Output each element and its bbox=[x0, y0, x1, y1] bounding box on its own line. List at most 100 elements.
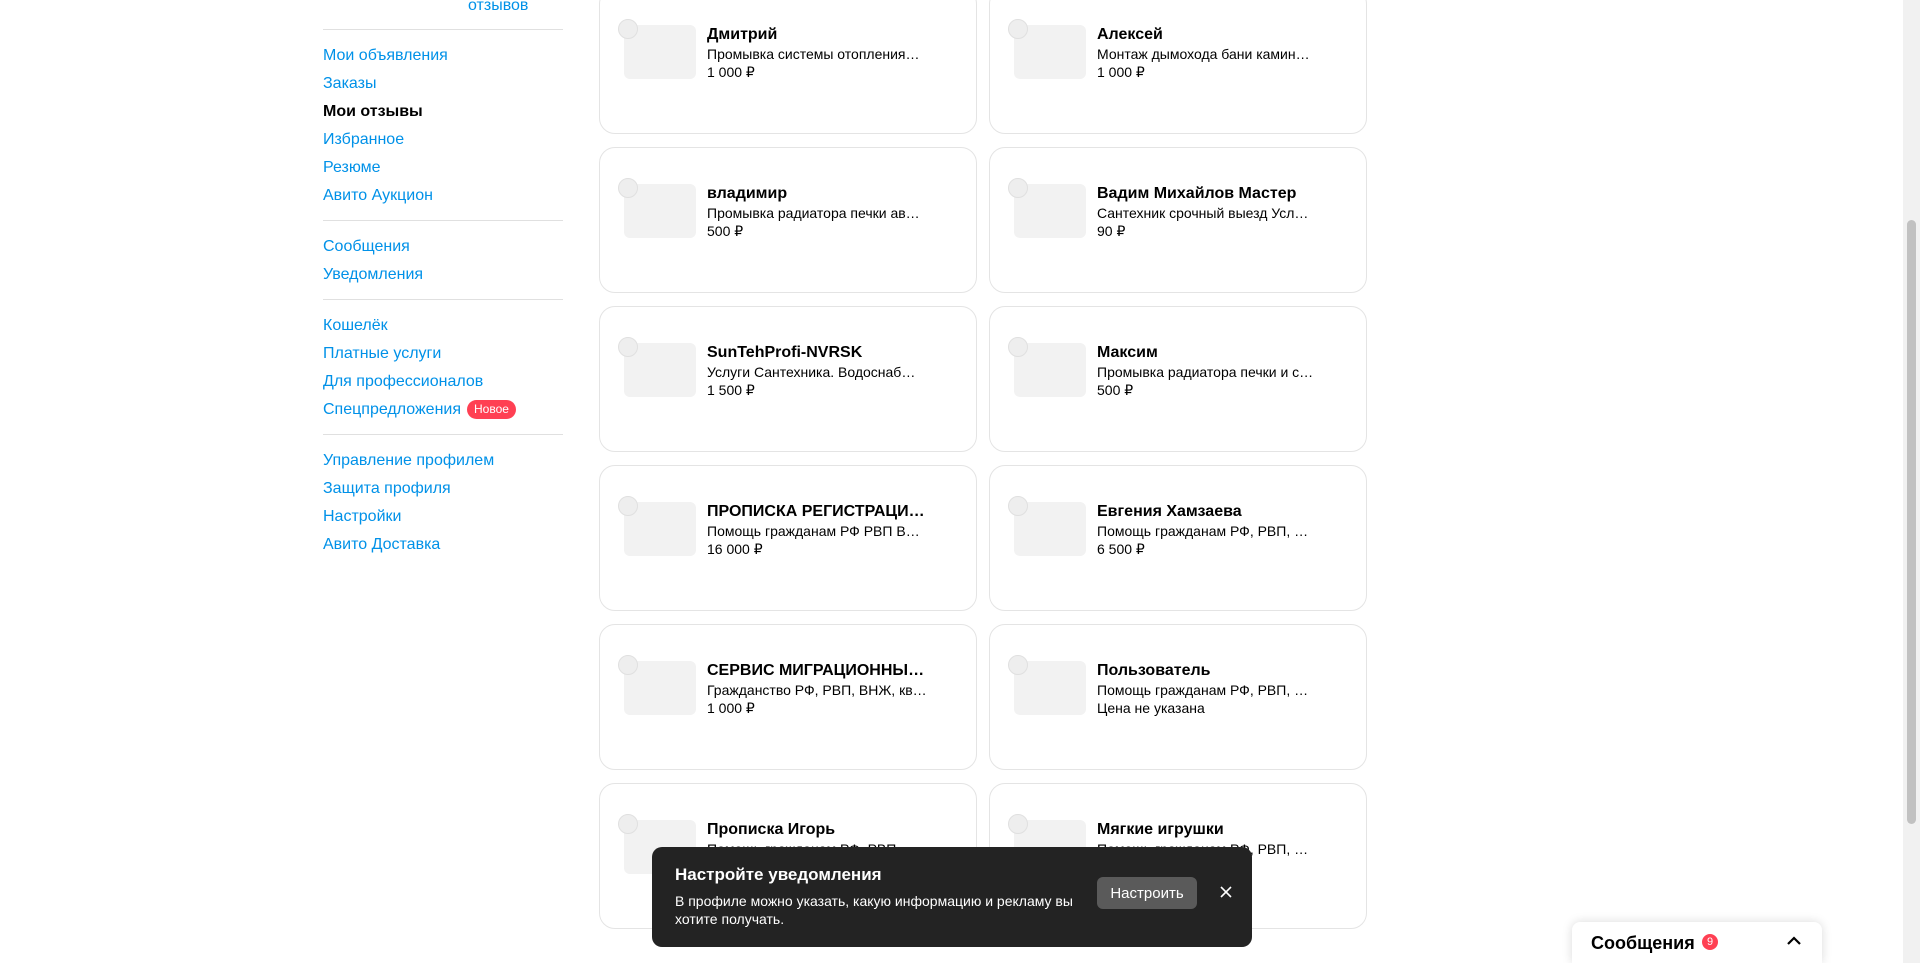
review-card[interactable]: Дмитрий Промывка системы отопления… 1 00… bbox=[599, 0, 977, 134]
select-checkbox[interactable] bbox=[618, 655, 638, 675]
sidebar-item[interactable]: Мои объявления bbox=[323, 42, 563, 70]
seller-name[interactable]: SunTehProfi-NVRSK bbox=[707, 343, 927, 363]
listing-price: 500 ₽ bbox=[1097, 382, 1134, 398]
listing-price: Цена не указана bbox=[1097, 700, 1205, 716]
review-card[interactable]: владимир Промывка радиатора печки ав… 50… bbox=[599, 147, 977, 293]
card-info: владимир Промывка радиатора печки ав… 50… bbox=[707, 184, 927, 240]
card-info: ПРОПИСКА РЕГИСТРАЦИ… Помощь гражданам РФ… bbox=[707, 502, 927, 558]
select-checkbox[interactable] bbox=[618, 337, 638, 357]
sidebar-item[interactable]: Спецпредложения Новое bbox=[323, 396, 563, 424]
listing-price: 500 ₽ bbox=[707, 223, 744, 239]
card-info: Дмитрий Промывка системы отопления… 1 00… bbox=[707, 25, 927, 81]
seller-name[interactable]: ПРОПИСКА РЕГИСТРАЦИ… bbox=[707, 502, 927, 522]
review-card[interactable]: ПРОПИСКА РЕГИСТРАЦИ… Помощь гражданам РФ… bbox=[599, 465, 977, 611]
sidebar: отзывов Мои объявления Заказы Мои отзывы Из… bbox=[323, 0, 563, 569]
unread-count-badge: 9 bbox=[1702, 934, 1718, 950]
sidebar-item[interactable]: Защита профиля bbox=[323, 475, 563, 503]
sidebar-item-label: Спецпредложения bbox=[323, 401, 461, 418]
sidebar-item-label: Авито Доставка bbox=[323, 536, 441, 553]
sidebar-item[interactable]: Платные услуги bbox=[323, 340, 563, 368]
listing-title: Промывка радиатора печки ав… bbox=[707, 205, 920, 221]
sidebar-item-label: Управление профилем bbox=[323, 452, 495, 469]
seller-name[interactable]: Мягкие игрушки bbox=[1097, 820, 1317, 840]
review-card[interactable]: SunTehProfi-NVRSK Услуги Сантехника. Вод… bbox=[599, 306, 977, 452]
sidebar-item[interactable]: Авито Доставка bbox=[323, 531, 563, 559]
sidebar-item[interactable]: Заказы bbox=[323, 70, 563, 98]
sidebar-item-label: Для профессионалов bbox=[323, 373, 484, 390]
select-checkbox[interactable] bbox=[618, 496, 638, 516]
select-checkbox[interactable] bbox=[1008, 178, 1028, 198]
messages-widget-title: Сообщения bbox=[1591, 933, 1695, 953]
card-info: Евгения Хамзаева Помощь гражданам РФ, РВ… bbox=[1097, 502, 1317, 558]
sidebar-item[interactable]: Избранное bbox=[323, 126, 563, 154]
listing-title: Помощь гражданам РФ, РВП, В… bbox=[1097, 682, 1317, 698]
listing-price: 1 000 ₽ bbox=[707, 700, 755, 716]
sidebar-item-label: Платные услуги bbox=[323, 345, 442, 362]
sidebar-item[interactable]: Настройки bbox=[323, 503, 563, 531]
select-checkbox[interactable] bbox=[618, 178, 638, 198]
nav-group: Мои объявления Заказы Мои отзывы Избранное Р… bbox=[323, 30, 563, 221]
sidebar-item[interactable]: Авито Аукцион bbox=[323, 182, 563, 210]
sidebar-item-label: Защита профиля bbox=[323, 480, 451, 497]
listing-price: 1 500 ₽ bbox=[707, 382, 755, 398]
review-card[interactable]: Евгения Хамзаева Помощь гражданам РФ, РВ… bbox=[989, 465, 1367, 611]
seller-name[interactable]: Пользователь bbox=[1097, 661, 1317, 681]
review-card[interactable]: Вадим Михайлов Мастер Сантехник срочный … bbox=[989, 147, 1367, 293]
seller-name[interactable]: Дмитрий bbox=[707, 25, 927, 45]
select-checkbox[interactable] bbox=[618, 814, 638, 834]
card-info: SunTehProfi-NVRSK Услуги Сантехника. Вод… bbox=[707, 343, 927, 399]
configure-button[interactable]: Настроить bbox=[1097, 877, 1197, 909]
select-checkbox[interactable] bbox=[1008, 337, 1028, 357]
sidebar-item-label: Кошелёк bbox=[323, 317, 388, 334]
listing-price: 16 000 ₽ bbox=[707, 541, 763, 557]
sidebar-item[interactable]: Мои отзывы bbox=[323, 98, 563, 126]
seller-name[interactable]: владимир bbox=[707, 184, 927, 204]
nav-group: Кошелёк Платные услуги Для профессионалов С… bbox=[323, 300, 563, 435]
sidebar-item[interactable]: Сообщения bbox=[323, 233, 563, 261]
listing-price: 1 000 ₽ bbox=[707, 64, 755, 80]
review-card[interactable]: Алексей Монтаж дымохода бани камин… 1 00… bbox=[989, 0, 1367, 134]
listing-title: Гражданство РФ, РВП, ВНЖ, кв… bbox=[707, 682, 927, 698]
sidebar-item-label: Уведомления bbox=[323, 266, 424, 283]
sidebar-item-label: Мои отзывы bbox=[323, 103, 423, 120]
listing-title: Сантехник срочный выезд Усл… bbox=[1097, 205, 1309, 221]
review-card[interactable]: СЕРВИС МИГРАЦИОННЫХ… Гражданство РФ, РВП… bbox=[599, 624, 977, 770]
messages-widget[interactable]: Сообщения 9 bbox=[1572, 922, 1822, 963]
select-checkbox[interactable] bbox=[1008, 655, 1028, 675]
scrollbar-thumb[interactable] bbox=[1907, 220, 1916, 824]
seller-name[interactable]: СЕРВИС МИГРАЦИОННЫХ… bbox=[707, 661, 927, 681]
review-card[interactable]: Пользователь Помощь гражданам РФ, РВП, В… bbox=[989, 624, 1367, 770]
reviews-count-link[interactable]: отзывов bbox=[468, 0, 528, 15]
seller-name[interactable]: Евгения Хамзаева bbox=[1097, 502, 1317, 522]
review-card[interactable]: Максим Промывка радиатора печки и с… 500… bbox=[989, 306, 1367, 452]
seller-name[interactable]: Алексей bbox=[1097, 25, 1317, 45]
listing-title: Промывка радиатора печки и с… bbox=[1097, 364, 1314, 380]
toast-title: Настройте уведомления bbox=[675, 865, 882, 884]
nav-group: Управление профилем Защита профиля Настрой… bbox=[323, 435, 563, 569]
close-icon[interactable] bbox=[1216, 882, 1236, 902]
select-checkbox[interactable] bbox=[618, 19, 638, 39]
seller-name[interactable]: Вадим Михайлов Мастер bbox=[1097, 184, 1317, 204]
sidebar-item[interactable]: Управление профилем bbox=[323, 447, 563, 475]
sidebar-item-label: Резюме bbox=[323, 159, 381, 176]
sidebar-item[interactable]: Резюме bbox=[323, 154, 563, 182]
seller-name[interactable]: Максим bbox=[1097, 343, 1317, 363]
listing-title: Помощь гражданам РФ, РВП, В… bbox=[1097, 523, 1317, 539]
sidebar-item-label: Авито Аукцион bbox=[323, 187, 433, 204]
listing-title: Промывка системы отопления… bbox=[707, 46, 920, 62]
seller-name[interactable]: Прописка Игорь bbox=[707, 820, 927, 840]
listing-title: Помощь гражданам РФ РВП ВНЖ bbox=[707, 523, 927, 539]
listing-title: Монтаж дымохода бани камин… bbox=[1097, 46, 1310, 62]
chevron-up-icon[interactable] bbox=[1784, 931, 1804, 951]
profile-summary: отзывов bbox=[323, 0, 563, 30]
sidebar-item[interactable]: Для профессионалов bbox=[323, 368, 563, 396]
sidebar-item[interactable]: Уведомления bbox=[323, 261, 563, 289]
sidebar-item-label: Избранное bbox=[323, 131, 405, 148]
listing-price: 90 ₽ bbox=[1097, 223, 1126, 239]
sidebar-item[interactable]: Кошелёк bbox=[323, 312, 563, 340]
select-checkbox[interactable] bbox=[1008, 814, 1028, 834]
select-checkbox[interactable] bbox=[1008, 496, 1028, 516]
select-checkbox[interactable] bbox=[1008, 19, 1028, 39]
page-scrollbar[interactable] bbox=[1903, 0, 1920, 963]
toast-text: В профиле можно указать, какую информаци… bbox=[675, 893, 1073, 927]
